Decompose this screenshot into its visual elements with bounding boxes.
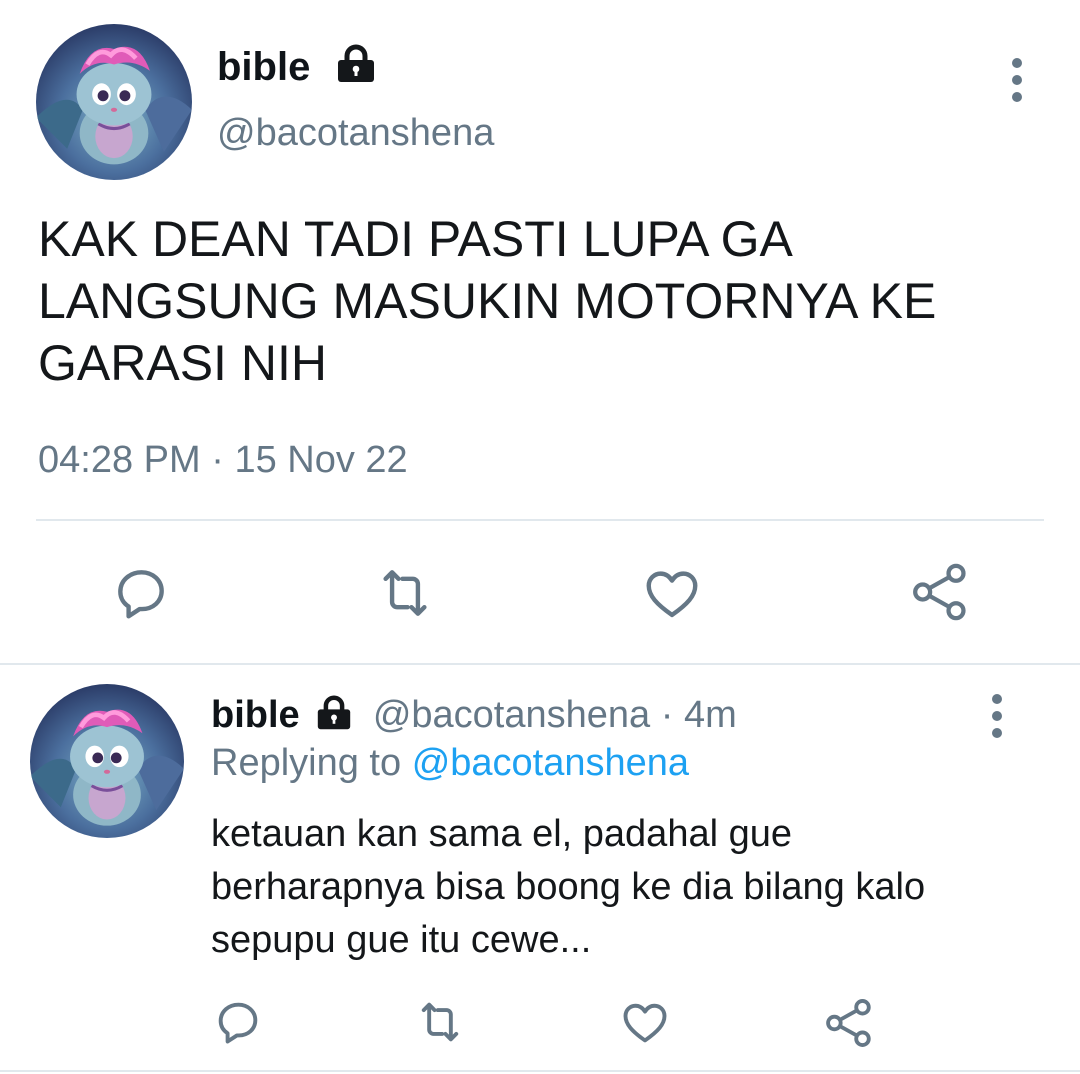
section-divider (0, 663, 1080, 665)
more-dot (992, 694, 1002, 704)
tweet-text: KAK DEAN TADI PASTI LUPA GA LANGSUNG MAS… (38, 211, 937, 391)
tweet-text: ketauan kan sama el, padahal gue berhara… (211, 813, 926, 961)
lock-icon (314, 695, 354, 742)
share-icon (913, 563, 966, 621)
tweet-age: 4m (683, 694, 737, 736)
author-handle[interactable]: @bacotanshena (217, 110, 494, 156)
share-button[interactable] (822, 996, 876, 1050)
share-button[interactable] (908, 560, 972, 624)
more-dot (1012, 75, 1022, 85)
reply-icon (218, 1002, 258, 1044)
more-options-button[interactable] (1010, 58, 1024, 109)
tweet-timestamp: 04:28 PM · 15 Nov 22 (38, 436, 408, 484)
like-button[interactable] (640, 562, 704, 624)
replying-to: Replying to @bacotanshena (211, 740, 689, 786)
avatar[interactable] (36, 24, 192, 180)
timestamp-separator: · (211, 439, 224, 481)
retweet-button[interactable] (412, 996, 468, 1048)
author-name[interactable]: bible (217, 42, 310, 92)
bottom-divider (0, 1070, 1080, 1072)
author-name[interactable]: bible (211, 694, 300, 736)
retweet-icon (383, 570, 427, 616)
reply-header: bible @bacotanshena · 4m (211, 692, 737, 742)
more-dot (1012, 58, 1022, 68)
more-dot (992, 711, 1002, 721)
tweet-time: 04:28 PM (38, 439, 201, 481)
avatar[interactable] (30, 684, 184, 838)
author-handle[interactable]: @bacotanshena (373, 694, 650, 736)
retweet-icon (421, 1002, 459, 1042)
retweet-button[interactable] (372, 562, 438, 624)
cartoon-avatar-icon (36, 46, 192, 165)
replying-to-handle[interactable]: @bacotanshena (412, 742, 689, 784)
cartoon-avatar-icon (30, 709, 184, 826)
reply-icon (118, 570, 164, 619)
divider (36, 519, 1044, 521)
tweet-date: 15 Nov 22 (234, 439, 408, 481)
more-options-button[interactable] (990, 694, 1004, 745)
reply-button[interactable] (212, 996, 264, 1048)
like-icon (646, 571, 698, 618)
more-dot (1012, 92, 1022, 102)
like-icon (623, 1003, 667, 1043)
replying-to-label: Replying to (211, 742, 402, 784)
lock-icon (334, 44, 378, 84)
more-dot (992, 728, 1002, 738)
header-separator: · (660, 694, 674, 736)
reply-button[interactable] (110, 562, 172, 624)
like-button[interactable] (618, 996, 672, 1048)
share-icon (826, 999, 871, 1047)
